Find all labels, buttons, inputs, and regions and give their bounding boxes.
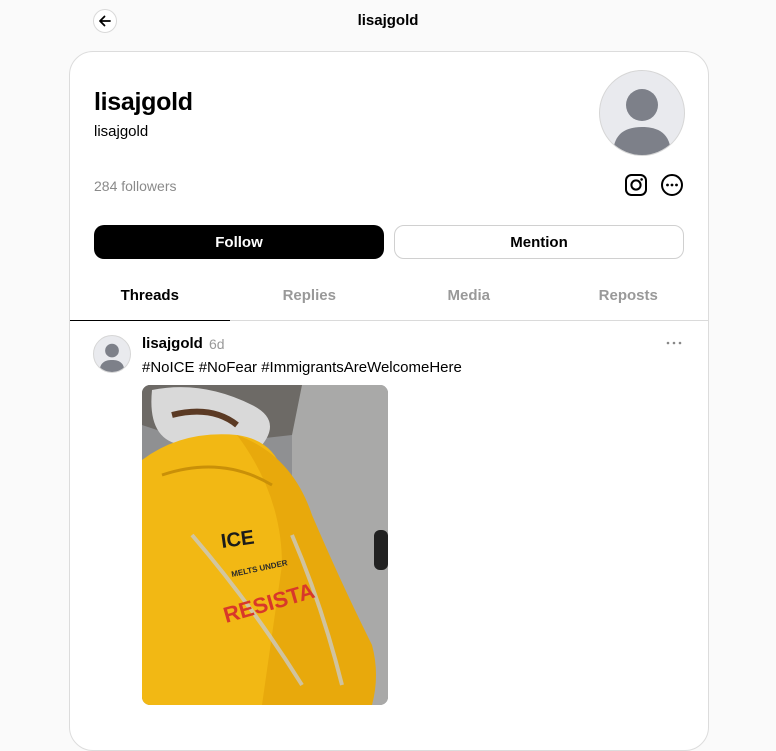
page-title: lisajgold [357,12,419,29]
default-avatar-icon [99,343,125,372]
post-author-name[interactable]: lisajgold [142,335,203,352]
tab-reposts[interactable]: Reposts [549,277,709,320]
followers-count[interactable]: 284 followers [94,178,177,194]
follow-button[interactable]: Follow [94,225,384,259]
tab-threads[interactable]: Threads [70,277,230,321]
ellipsis-icon [666,341,682,345]
post-author-avatar[interactable] [93,335,131,373]
profile-username: lisajgold [94,123,149,140]
post-timestamp[interactable]: 6d [209,336,225,352]
profile-avatar[interactable] [599,70,685,156]
instagram-icon[interactable] [624,173,648,197]
tab-media[interactable]: Media [389,277,549,320]
default-avatar-icon [613,89,671,155]
post-more-button[interactable] [664,335,684,351]
raincoat-lettering-ice: ICE [220,527,256,553]
post-text: #NoICE #NoFear #ImmigrantsAreWelcomeHere [142,359,462,376]
post-image[interactable]: ICE MELTS UNDER RESISTA [142,385,388,705]
mention-button[interactable]: Mention [394,225,684,259]
tab-replies[interactable]: Replies [230,277,390,320]
profile-display-name: lisajgold [94,88,193,116]
more-circle-icon[interactable] [660,173,684,197]
profile-tabs: Threads Replies Media Reposts [70,277,708,321]
profile-card: lisajgold lisajgold 284 followers Follow… [69,51,709,751]
